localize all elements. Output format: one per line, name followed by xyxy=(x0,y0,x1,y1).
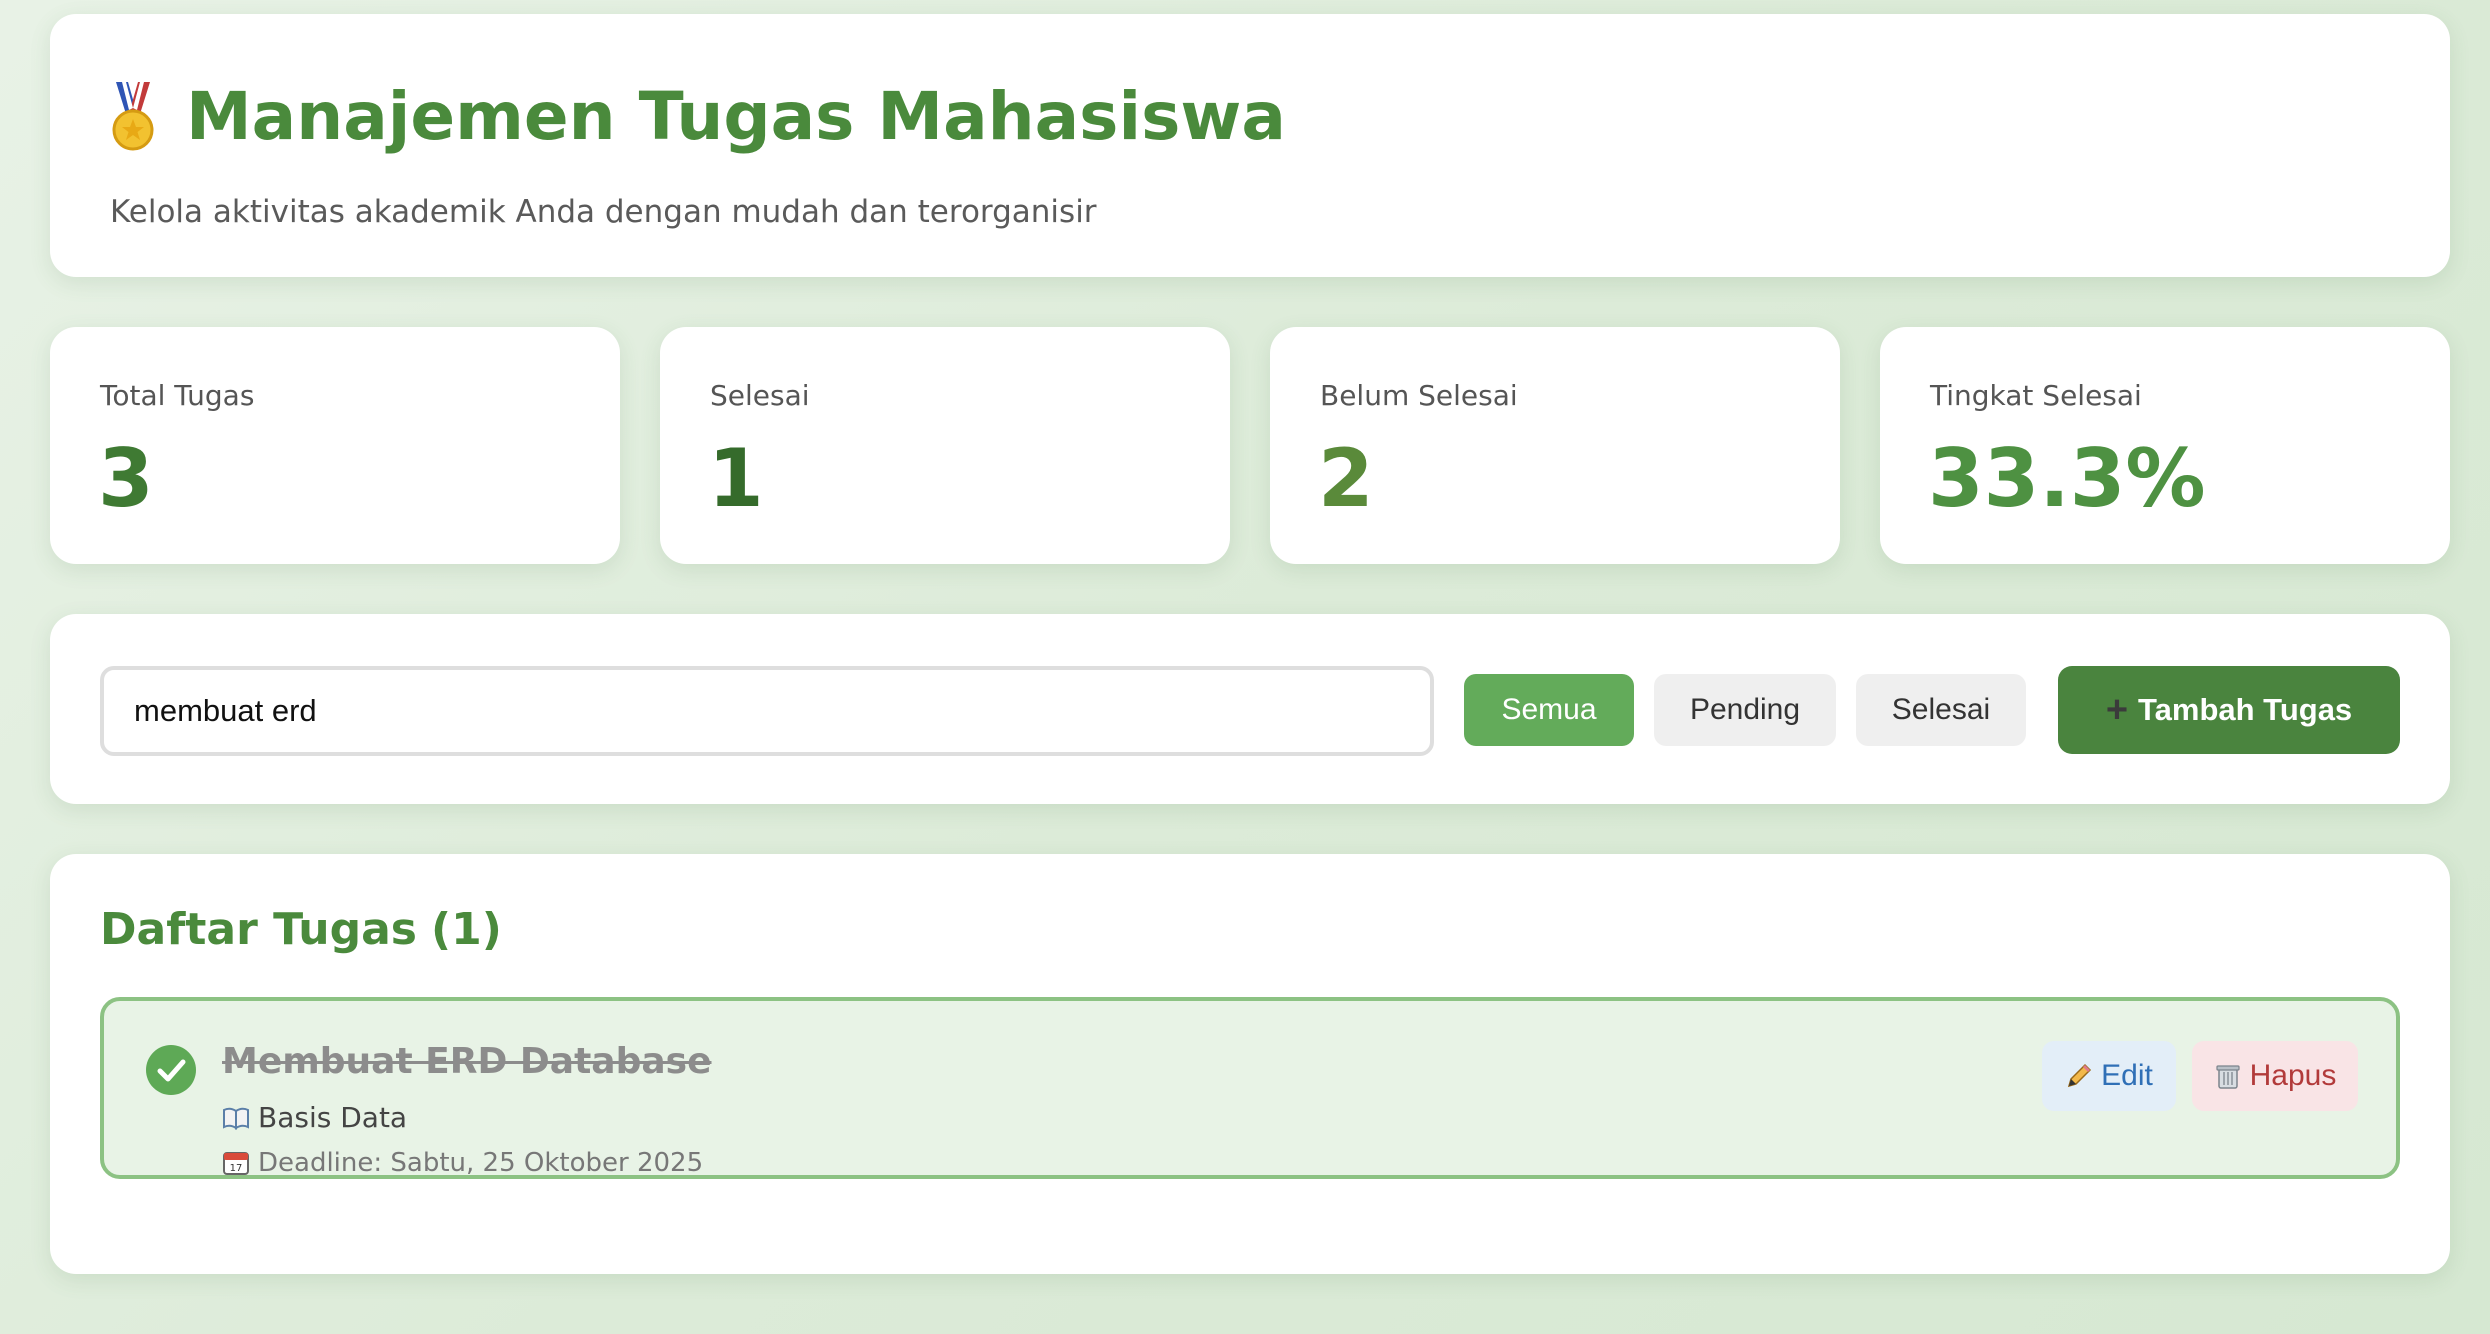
stat-label: Total Tugas xyxy=(100,379,255,412)
edit-label: Edit xyxy=(2101,1059,2153,1092)
trash-icon xyxy=(2214,1062,2242,1090)
edit-button[interactable]: Edit xyxy=(2042,1041,2176,1111)
stat-value: 2 xyxy=(1318,432,1374,525)
page-title-row: Manajemen Tugas Mahasiswa xyxy=(110,82,1286,152)
check-circle-icon[interactable] xyxy=(146,1045,196,1095)
pencil-icon xyxy=(2065,1062,2093,1090)
calendar-icon: 17 xyxy=(222,1150,250,1176)
task-list-title-text: Daftar Tugas xyxy=(100,904,417,955)
filter-all-button[interactable]: Semua xyxy=(1464,674,1634,746)
task-deadline-text: Deadline: Sabtu, 25 Oktober 2025 xyxy=(258,1148,704,1178)
stat-label: Tingkat Selesai xyxy=(1930,379,2142,412)
header-card: Manajemen Tugas Mahasiswa Kelola aktivit… xyxy=(50,14,2450,277)
stat-label: Belum Selesai xyxy=(1320,379,1518,412)
medal-icon xyxy=(110,82,156,152)
task-course-text: Basis Data xyxy=(258,1101,408,1134)
toolbar-card: Semua Pending Selesai + Tambah Tugas xyxy=(50,614,2450,804)
task-count: (1) xyxy=(430,904,502,955)
task-course: Basis Data xyxy=(222,1101,407,1134)
stat-card-completion-rate: Tingkat Selesai 33.3% xyxy=(1880,327,2450,564)
add-task-button[interactable]: + Tambah Tugas xyxy=(2058,666,2400,754)
book-icon xyxy=(222,1105,250,1131)
task-title: Membuat ERD Database xyxy=(222,1041,712,1082)
page-title: Manajemen Tugas Mahasiswa xyxy=(186,78,1286,155)
svg-text:17: 17 xyxy=(230,1163,243,1174)
stat-card-pending: Belum Selesai 2 xyxy=(1270,327,1840,564)
task-deadline: 17 Deadline: Sabtu, 25 Oktober 2025 xyxy=(222,1148,703,1178)
task-list-card: Daftar Tugas (1) Membuat ERD Database Ba… xyxy=(50,854,2450,1274)
stat-label: Selesai xyxy=(710,379,810,412)
task-item: Membuat ERD Database Basis Data 17 Deadl… xyxy=(100,997,2400,1179)
stat-value: 33.3% xyxy=(1928,432,2206,525)
plus-icon: + xyxy=(2105,688,2129,731)
page-subtitle: Kelola aktivitas akademik Anda dengan mu… xyxy=(110,194,1097,230)
stat-value: 3 xyxy=(98,432,154,525)
add-task-label: Tambah Tugas xyxy=(2138,692,2353,727)
delete-label: Hapus xyxy=(2249,1059,2337,1092)
delete-button[interactable]: Hapus xyxy=(2192,1041,2358,1111)
stat-card-completed: Selesai 1 xyxy=(660,327,1230,564)
filter-pending-button[interactable]: Pending xyxy=(1654,674,1836,746)
stat-card-total: Total Tugas 3 xyxy=(50,327,620,564)
stat-value: 1 xyxy=(708,432,764,525)
task-list-title: Daftar Tugas (1) xyxy=(100,904,502,955)
search-input[interactable] xyxy=(100,666,1434,756)
filter-completed-button[interactable]: Selesai xyxy=(1856,674,2026,746)
